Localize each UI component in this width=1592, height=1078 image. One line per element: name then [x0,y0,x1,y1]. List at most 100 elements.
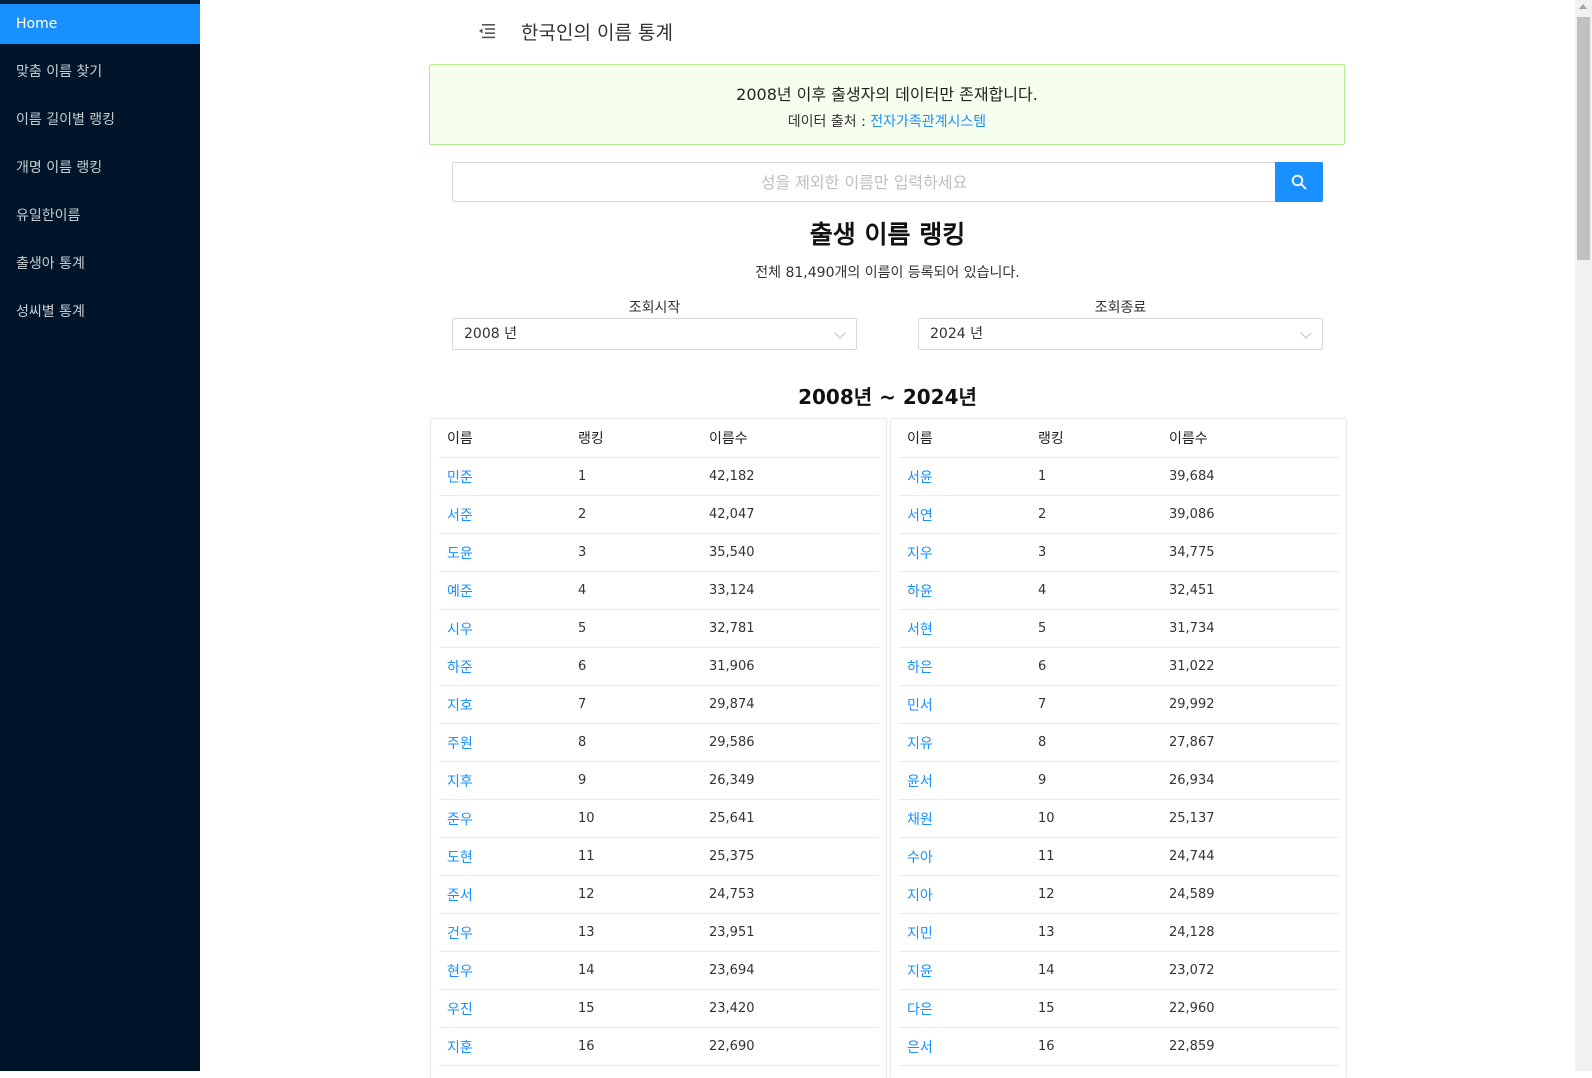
table-row: 예준 4 33,124 [439,571,879,610]
table-row: 지윤 14 23,072 [899,951,1339,990]
column-header-count: 이름수 [701,419,879,458]
rank-cell: 15 [570,989,701,1028]
rank-cell: 14 [1030,951,1161,990]
name-cell[interactable]: 준서 [439,875,570,914]
rank-cell: 4 [1030,571,1161,610]
name-cell[interactable]: 지훈 [439,1027,570,1066]
sidebar-item-surname-statistics[interactable]: 성씨별 통계 [0,292,200,332]
name-cell[interactable]: 윤서 [899,761,1030,800]
name-cell[interactable]: 현우 [439,951,570,990]
rank-cell: 8 [570,723,701,762]
name-cell[interactable]: 서현 [899,609,1030,648]
name-cell[interactable]: 도윤 [439,533,570,572]
rank-cell: 13 [570,913,701,952]
table-row: 도윤 3 35,540 [439,533,879,572]
name-cell[interactable]: 우진 [439,989,570,1028]
name-cell[interactable]: 서준 [439,495,570,534]
start-year-label: 조회시작 [628,300,681,316]
chevron-down-icon [834,327,846,339]
name-cell[interactable]: 준우 [439,799,570,838]
count-cell: 27,867 [1161,723,1339,762]
name-search-input[interactable] [452,162,1275,202]
count-cell: 24,753 [701,875,879,914]
count-cell: 34,775 [1161,533,1339,572]
count-cell: 42,182 [701,457,879,496]
name-cell[interactable]: 지호 [439,685,570,724]
table-row: 윤서 9 26,934 [899,761,1339,800]
female-ranking-body: 서윤 1 39,684 서연 2 39,086 지우 3 34,775 하윤 4 32,451 서현 5 3… [899,457,1339,1066]
name-cell[interactable]: 예준 [439,571,570,610]
male-ranking-body: 민준 1 42,182 서준 2 42,047 도윤 3 35,540 예준 4 33,124 시우 5 3… [439,457,879,1066]
count-cell: 33,124 [701,571,879,610]
sidebar-item-custom-name-search[interactable]: 맞춤 이름 찾기 [0,52,200,92]
name-cell[interactable]: 다은 [899,989,1030,1028]
table-row: 은서 16 22,859 [899,1027,1339,1066]
name-cell[interactable]: 은서 [899,1027,1030,1066]
count-cell: 24,589 [1161,875,1339,914]
table-row: 주원 8 29,586 [439,723,879,762]
name-cell[interactable]: 하은 [899,647,1030,686]
rank-cell: 11 [1030,837,1161,876]
vertical-scrollbar[interactable] [1575,0,1592,1071]
name-cell[interactable]: 민준 [439,457,570,496]
rank-cell: 2 [1030,495,1161,534]
name-cell[interactable]: 민서 [899,685,1030,724]
name-cell[interactable]: 도현 [439,837,570,876]
table-row: 지민 13 24,128 [899,913,1339,952]
name-cell[interactable]: 서윤 [899,457,1030,496]
table-row: 지훈 16 22,690 [439,1027,879,1066]
name-cell[interactable]: 지민 [899,913,1030,952]
sidebar-item-rename-ranking[interactable]: 개명 이름 랭킹 [0,148,200,188]
name-cell[interactable]: 채원 [899,799,1030,838]
sidebar-item-unique-names[interactable]: 유일한이름 [0,196,200,236]
rank-cell: 9 [570,761,701,800]
sidebar-item-name-length-ranking[interactable]: 이름 길이별 랭킹 [0,100,200,140]
name-cell[interactable]: 지유 [899,723,1030,762]
count-cell: 29,586 [701,723,879,762]
start-year-select[interactable]: 2008 년 [452,318,857,350]
chevron-down-icon [1300,327,1312,339]
end-year-select[interactable]: 2024 년 [918,318,1323,350]
count-cell: 25,137 [1161,799,1339,838]
start-year-value: 2008 년 [464,326,517,342]
male-ranking-table-card: 이름 랭킹 이름수 민준 1 42,182 서준 2 42,047 도윤 3 35,540 예준 4… [430,418,887,1078]
page-title: 한국인의 이름 통계 [521,22,673,44]
rank-cell: 8 [1030,723,1161,762]
table-row: 지호 7 29,874 [439,685,879,724]
rank-cell: 14 [570,951,701,990]
rank-cell: 6 [1030,647,1161,686]
column-header-name: 이름 [899,419,1030,458]
scrollbar-thumb[interactable] [1577,17,1590,260]
info-notice: 2008년 이후 출생자의 데이터만 존재합니다. 데이터 출처 : 전자가족관… [429,64,1345,145]
count-cell: 23,420 [701,989,879,1028]
end-year-label: 조회종료 [1094,300,1147,316]
count-cell: 23,951 [701,913,879,952]
count-cell: 26,934 [1161,761,1339,800]
scroll-up-arrow-icon[interactable] [1579,4,1587,9]
rank-cell: 3 [1030,533,1161,572]
data-source-link[interactable]: 전자가족관계시스템 [870,114,986,130]
name-cell[interactable]: 지우 [899,533,1030,572]
menu-fold-icon[interactable] [478,22,496,40]
search-button[interactable] [1275,162,1323,202]
sidebar-item-home[interactable]: Home [0,4,200,44]
table-row: 지아 12 24,589 [899,875,1339,914]
column-header-rank: 랭킹 [1030,419,1161,458]
name-cell[interactable]: 시우 [439,609,570,648]
table-row: 서현 5 31,734 [899,609,1339,648]
rank-cell: 5 [570,609,701,648]
name-cell[interactable]: 건우 [439,913,570,952]
name-cell[interactable]: 지아 [899,875,1030,914]
name-cell[interactable]: 하준 [439,647,570,686]
rank-cell: 11 [570,837,701,876]
column-header-count: 이름수 [1161,419,1339,458]
name-cell[interactable]: 지윤 [899,951,1030,990]
name-cell[interactable]: 주원 [439,723,570,762]
rank-cell: 16 [570,1027,701,1066]
sidebar-item-birth-statistics[interactable]: 출생아 통계 [0,244,200,284]
name-cell[interactable]: 수아 [899,837,1030,876]
name-cell[interactable]: 하윤 [899,571,1030,610]
name-cell[interactable]: 지후 [439,761,570,800]
male-ranking-table: 이름 랭킹 이름수 민준 1 42,182 서준 2 42,047 도윤 3 35,540 예준 4… [439,419,879,1066]
name-cell[interactable]: 서연 [899,495,1030,534]
